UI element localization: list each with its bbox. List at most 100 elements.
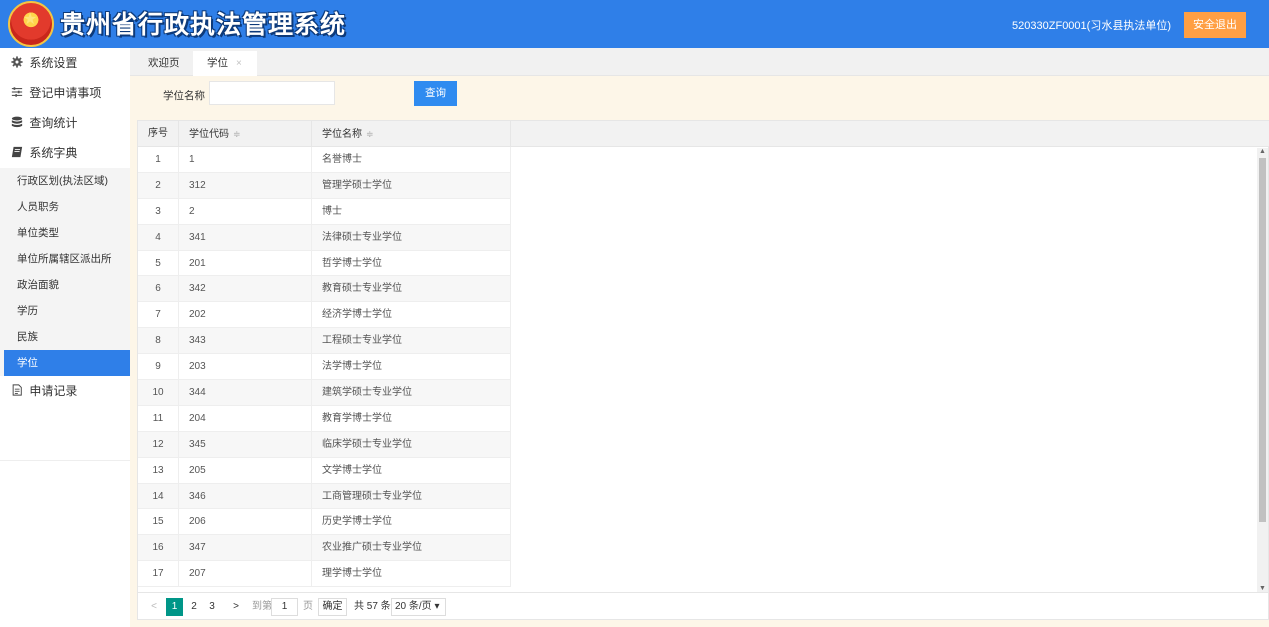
tab-bar: 欢迎页 学位 × (130, 48, 1269, 76)
submenu-item-ethnicity[interactable]: 民族 (0, 324, 130, 350)
national-emblem-logo (8, 1, 54, 47)
page-unit-label: 页 (303, 601, 313, 612)
cell-code: 346 (179, 483, 312, 509)
goto-page-input[interactable]: 1 (271, 598, 298, 616)
menu-label: 查询统计 (29, 116, 78, 130)
cell-name: 农业推广硕士专业学位 (312, 535, 511, 561)
sort-icon[interactable]: ≑ (233, 129, 241, 139)
submenu-item-degree[interactable]: 学位 (4, 350, 130, 376)
submenu-item-admin-region[interactable]: 行政区划(执法区域) (0, 168, 130, 194)
menu-query-statistics[interactable]: 查询统计 (0, 108, 130, 138)
menu-application-records[interactable]: 申请记录 (0, 376, 130, 406)
sort-icon[interactable]: ≑ (366, 129, 374, 139)
cell-index: 12 (138, 431, 179, 457)
table-row[interactable]: 7 202 经济学博士学位 (138, 302, 511, 329)
menu-system-settings[interactable]: 系统设置 (0, 48, 130, 78)
cell-code: 203 (179, 354, 312, 380)
table-row[interactable]: 8 343 工程硕士专业学位 (138, 328, 511, 355)
menu-system-dictionary[interactable]: 系统字典 (0, 138, 130, 168)
cell-name: 历史学博士学位 (312, 509, 511, 535)
cell-index: 10 (138, 380, 179, 406)
submenu-item-education[interactable]: 学历 (0, 298, 130, 324)
cell-index: 17 (138, 561, 179, 587)
table-row[interactable]: 6 342 教育硕士专业学位 (138, 276, 511, 303)
table-row[interactable]: 4 341 法律硕士专业学位 (138, 224, 511, 251)
submenu-item-staff-position[interactable]: 人员职务 (0, 194, 130, 220)
cell-name: 名誉博士 (312, 147, 511, 172)
scroll-up-arrow-icon[interactable]: ▲ (1259, 148, 1266, 155)
submenu-item-police-station[interactable]: 单位所属辖区派出所 (0, 246, 130, 272)
menu-label: 登记申请事项 (29, 86, 102, 100)
table-row[interactable]: 11 204 教育学博士学位 (138, 405, 511, 432)
cell-index: 3 (138, 198, 179, 224)
cell-name: 管理学硕士学位 (312, 172, 511, 198)
cell-code: 206 (179, 509, 312, 535)
column-header-code[interactable]: 学位代码 ≑ (179, 121, 312, 147)
table-row[interactable]: 2 312 管理学硕士学位 (138, 172, 511, 199)
cell-code: 343 (179, 328, 312, 354)
table-row[interactable]: 14 346 工商管理硕士专业学位 (138, 483, 511, 510)
degree-name-input[interactable] (209, 81, 335, 105)
file-icon (12, 384, 22, 396)
page-1-button[interactable]: 1 (166, 598, 183, 616)
cell-code: 205 (179, 457, 312, 483)
cell-index: 15 (138, 509, 179, 535)
cell-name: 教育硕士专业学位 (312, 276, 511, 302)
table-row[interactable]: 17 207 理学博士学位 (138, 561, 511, 588)
logout-button[interactable]: 安全退出 (1184, 12, 1246, 38)
app-title: 贵州省行政执法管理系统 (60, 10, 347, 39)
search-bar: 学位名称 查询 (130, 76, 1269, 112)
cell-index: 14 (138, 483, 179, 509)
scroll-down-arrow-icon[interactable]: ▼ (1259, 585, 1266, 592)
page-3-button[interactable]: 3 (205, 598, 219, 616)
table-row[interactable]: 13 205 文学博士学位 (138, 457, 511, 484)
close-icon[interactable]: × (236, 58, 242, 69)
tab-degree[interactable]: 学位 × (193, 51, 257, 76)
cell-name: 法学博士学位 (312, 354, 511, 380)
menu-registration-items[interactable]: 登记申请事项 (0, 78, 130, 108)
sidebar-divider (0, 460, 130, 461)
submenu-item-political-status[interactable]: 政治面貌 (0, 272, 130, 298)
tab-welcome[interactable]: 欢迎页 (134, 51, 194, 76)
menu-label: 申请记录 (29, 384, 78, 398)
database-icon (11, 116, 23, 128)
table-row[interactable]: 15 206 历史学博士学位 (138, 509, 511, 536)
header-label: 学位名称 (322, 129, 362, 140)
prev-page-button[interactable]: < (147, 598, 161, 616)
search-button[interactable]: 查询 (414, 81, 457, 106)
tab-label: 欢迎页 (148, 57, 180, 69)
table-header: 序号 学位代码 ≑ 学位名称 ≑ (138, 121, 1269, 147)
cell-index: 9 (138, 354, 179, 380)
goto-confirm-button[interactable]: 确定 (318, 598, 347, 616)
cell-code: 347 (179, 535, 312, 561)
column-header-name[interactable]: 学位名称 ≑ (312, 121, 511, 147)
column-header-index: 序号 (138, 121, 179, 147)
cell-code: 342 (179, 276, 312, 302)
cell-name: 临床学硕士专业学位 (312, 431, 511, 457)
cell-name: 建筑学硕士专业学位 (312, 380, 511, 406)
table-row[interactable]: 10 344 建筑学硕士专业学位 (138, 380, 511, 406)
table-row[interactable]: 1 1 名誉博士 (138, 147, 511, 173)
table-row[interactable]: 3 2 博士 (138, 198, 511, 225)
table-row[interactable]: 9 203 法学博士学位 (138, 354, 511, 381)
menu-label: 系统字典 (29, 146, 78, 160)
scroll-thumb[interactable] (1259, 158, 1266, 522)
submenu-item-unit-type[interactable]: 单位类型 (0, 220, 130, 246)
cell-code: 312 (179, 172, 312, 198)
header-label: 序号 (148, 128, 168, 139)
table-row[interactable]: 12 345 临床学硕士专业学位 (138, 431, 511, 458)
page-size-select[interactable]: 20 条/页 ▾ (391, 598, 446, 616)
vertical-scrollbar[interactable]: ▲ ▼ (1257, 148, 1268, 592)
next-page-button[interactable]: > (229, 598, 243, 616)
table-row[interactable]: 5 201 哲学博士学位 (138, 250, 511, 277)
pagination: < 1 2 3 > 到第 1 页 确定 共 57 条 20 条/页 ▾ (138, 592, 1269, 620)
sidebar: 系统设置 登记申请事项 查询统计 系统字典 行政区划(执法区域) 人员职务 单位… (0, 48, 130, 627)
dictionary-submenu: 行政区划(执法区域) 人员职务 单位类型 单位所属辖区派出所 政治面貌 学历 民… (0, 168, 130, 376)
table-row[interactable]: 16 347 农业推广硕士专业学位 (138, 535, 511, 562)
cell-index: 4 (138, 224, 179, 250)
page-2-button[interactable]: 2 (187, 598, 201, 616)
cell-name: 理学博士学位 (312, 561, 511, 587)
book-icon (11, 146, 23, 158)
cell-name: 博士 (312, 198, 511, 224)
table-body: 1 1 名誉博士 2 312 管理学硕士学位 3 2 博士 4 341 法律硕士专业学位 5 201 哲学博… (138, 147, 511, 592)
